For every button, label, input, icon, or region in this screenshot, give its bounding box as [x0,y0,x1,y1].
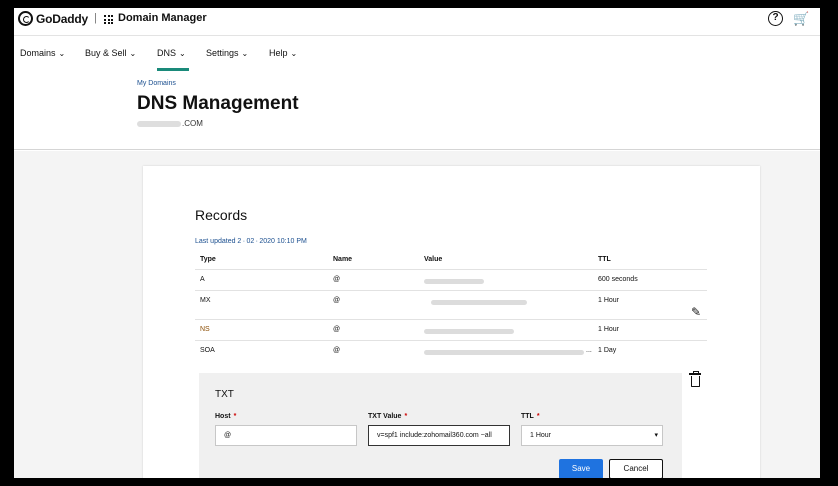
editor-title: TXT [215,389,234,400]
dropdown-arrow-icon: ▾ [654,432,658,439]
edit-pencil-icon[interactable]: ✎ [691,305,701,319]
label-text: TXT Value [368,413,402,420]
nav-label: Settings [206,48,239,58]
label-text: Host [215,413,231,420]
nav-item-dns[interactable]: DNS ⌄ [157,48,186,58]
txt-value-label: TXT Value * [368,413,407,420]
godaddy-logo-icon [18,11,33,26]
record-type: SOA [200,347,215,354]
nav-item-settings[interactable]: Settings ⌄ [206,48,248,58]
chevron-down-icon: ⌄ [129,49,137,58]
record-name: @ [333,347,341,354]
required-mark: * [404,413,408,420]
ttl-selected-value: 1 Hour [530,432,552,439]
nav-active-indicator [157,68,189,71]
chevron-down-icon: ⌄ [58,49,66,58]
records-card: Records Last updated 2 · 02 · 2020 10:10… [143,166,760,478]
breadcrumb[interactable]: My Domains [137,80,176,87]
chevron-down-icon: ⌄ [179,49,186,58]
apps-grid-icon[interactable] [104,15,113,24]
page-title: DNS Management [137,93,299,114]
nav-label: Buy & Sell [85,48,127,58]
record-ttl: 1 Hour [598,326,620,333]
trash-icon[interactable] [689,371,701,387]
ttl-label: TTL * [521,413,540,420]
nav-item-buy-sell[interactable]: Buy & Sell ⌄ [85,48,136,58]
column-ttl: TTL [598,256,611,263]
main-nav: Domains ⌄ Buy & Sell ⌄ DNS ⌄ Settings ⌄ Help… [14,36,820,72]
brand-name: GoDaddy [36,11,88,26]
record-name: @ [333,276,341,283]
domain-name: .COM [137,119,203,128]
nav-label: DNS [157,48,177,58]
cart-icon[interactable]: 🛒 [793,11,809,27]
table-row[interactable]: A @ 600 seconds [195,270,707,291]
chevron-down-icon: ⌄ [241,49,249,58]
last-updated: Last updated 2 · 02 · 2020 10:10 PM [195,238,307,245]
record-type: NS [200,326,210,333]
txt-value-input[interactable]: v=spf1 include:zohomail360.com ~all [368,425,510,446]
record-ttl: 1 Day [598,347,617,354]
redacted-value [424,350,584,355]
browser-viewport: GoDaddy | Domain Manager ? 🛒 Domains ⌄ Bu… [14,8,820,478]
host-label: Host * [215,413,236,420]
required-mark: * [233,413,237,420]
nav-label: Help [269,48,288,58]
record-ttl: 1 Hour [598,297,620,304]
redacted-domain [137,120,181,127]
column-name: Name [333,256,353,263]
ttl-select[interactable]: 1 Hour ▾ [521,425,663,446]
nav-item-domains[interactable]: Domains ⌄ [20,48,65,58]
record-type: MX [200,297,211,304]
table-row[interactable]: SOA @ ... 1 Day [195,341,707,362]
redacted-value [424,279,484,284]
records-title: Records [195,207,248,223]
godaddy-logo[interactable]: GoDaddy [18,11,88,26]
nav-item-help[interactable]: Help ⌄ [269,48,297,58]
save-button[interactable]: Save [559,459,603,478]
value-ellipsis: ... [586,347,592,354]
record-ttl: 600 seconds [598,276,638,283]
table-row[interactable]: MX @ 1 Hour [195,291,707,320]
chevron-down-icon: ⌄ [290,49,298,58]
app-title[interactable]: Domain Manager [118,12,207,24]
help-icon[interactable]: ? [768,11,783,26]
cancel-button[interactable]: Cancel [609,459,663,478]
table-header: Type Name Value TTL [195,250,707,270]
redacted-value [431,300,527,305]
nav-label: Domains [20,48,56,58]
required-mark: * [536,413,540,420]
txt-record-editor: TXT Host * @ TXT Value * v=spf1 include:zo… [199,373,682,478]
host-input[interactable]: @ [215,425,357,446]
column-value: Value [424,256,443,263]
column-type: Type [200,256,216,263]
domain-suffix: .COM [182,119,203,128]
title-separator: | [94,12,97,24]
page-header: My Domains DNS Management .COM [14,72,820,150]
table-row[interactable]: NS @ 1 Hour [195,320,707,341]
record-name: @ [333,297,341,304]
record-type: A [200,276,205,283]
record-name: @ [333,326,341,333]
top-bar: GoDaddy | Domain Manager ? 🛒 [14,8,820,36]
label-text: TTL [521,413,534,420]
redacted-value [424,329,514,334]
records-table: Type Name Value TTL A @ 600 seconds MX @… [195,250,707,362]
